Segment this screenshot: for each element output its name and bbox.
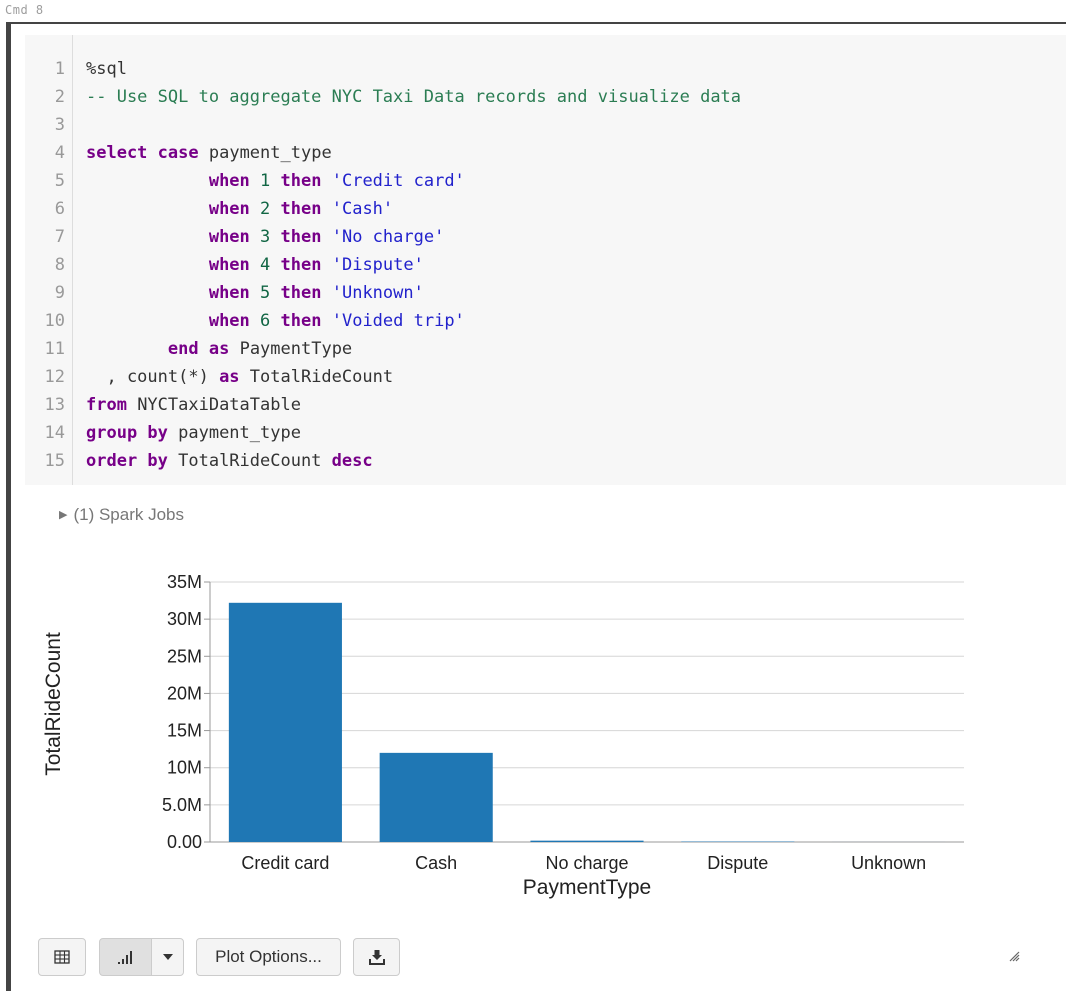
line-number: 6 [54, 199, 65, 219]
resize-handle-icon[interactable] [1008, 950, 1020, 965]
y-tick-label: 15M [167, 721, 202, 741]
line-number: 9 [54, 283, 65, 303]
expand-triangle-icon: ▶ [59, 509, 68, 521]
x-axis-label: PaymentType [523, 876, 651, 899]
y-axis-label: TotalRideCount [42, 632, 65, 776]
line-number: 2 [54, 87, 65, 107]
code-text: -- Use SQL to aggregate NYC Taxi Data re… [86, 87, 742, 107]
spark-jobs-label: (1) Spark Jobs [73, 505, 185, 524]
code-text: , count(*) as TotalRideCount [86, 367, 394, 387]
x-tick-label: Dispute [707, 853, 768, 873]
code-text: from NYCTaxiDataTable [86, 395, 301, 415]
line-number: 13 [44, 395, 65, 415]
table-icon [54, 950, 70, 964]
caret-down-icon [162, 954, 173, 960]
download-button[interactable] [353, 938, 400, 976]
gutter-separator [72, 35, 73, 485]
x-tick-label: Unknown [851, 853, 926, 873]
code-text: order by TotalRideCount desc [86, 451, 373, 471]
code-text: when 6 then 'Voided trip' [208, 311, 465, 331]
y-tick-label: 5.0M [162, 795, 202, 815]
bar-no-charge [530, 840, 644, 842]
code-text: when 1 then 'Credit card' [208, 171, 465, 191]
plot-options-button[interactable]: Plot Options... [196, 938, 341, 976]
y-tick-label: 10M [167, 758, 202, 778]
line-number: 1 [54, 59, 65, 79]
bar-chart-view-button[interactable] [99, 938, 152, 976]
line-number: 8 [54, 255, 65, 275]
code-text: end as PaymentType [167, 339, 353, 359]
chart-svg: 0.00 5.0M 10M 15M 20M 25M 30M 35M Credit card Cas… [42, 572, 964, 899]
code-editor[interactable]: 1 %sql 2 -- Use SQL to aggregate NYC Taxi D… [25, 35, 1066, 485]
code-text: %sql [86, 59, 127, 79]
x-tick-label: Credit card [241, 853, 329, 873]
line-number: 12 [44, 367, 65, 387]
y-tick-label: 20M [167, 683, 202, 703]
bar-chart: 0.00 5.0M 10M 15M 20M 25M 30M 35M Credit card Cas… [24, 540, 984, 910]
line-number: 14 [44, 423, 65, 443]
line-number: 3 [54, 115, 65, 135]
line-number: 5 [54, 171, 65, 191]
bar-credit-card [228, 602, 342, 842]
code-text: when 4 then 'Dispute' [208, 255, 424, 275]
code-text: group by payment_type [86, 423, 301, 443]
x-tick-label: Cash [415, 853, 457, 873]
line-number: 4 [54, 143, 65, 163]
line-number: 11 [44, 339, 65, 359]
chart-type-dropdown[interactable] [151, 938, 184, 976]
y-tick-label: 25M [167, 646, 202, 666]
y-tick-label: 35M [167, 572, 202, 592]
code-text: when 5 then 'Unknown' [208, 283, 424, 303]
code-text: when 2 then 'Cash' [208, 199, 394, 219]
line-number: 7 [54, 227, 65, 247]
spark-jobs-toggle[interactable]: ▶ (1) Spark Jobs [59, 505, 184, 525]
line-number: 15 [44, 451, 65, 471]
code-text: when 3 then 'No charge' [208, 227, 445, 247]
bar-cash [379, 752, 493, 842]
line-number: 10 [44, 311, 65, 331]
table-view-button[interactable] [38, 938, 86, 976]
code-text: select case payment_type [86, 143, 332, 163]
y-tick-label: 30M [167, 609, 202, 629]
plot-options-label: Plot Options... [215, 947, 322, 966]
cell-command-label: Cmd 8 [5, 3, 44, 17]
download-icon [368, 950, 385, 965]
x-tick-label: No charge [545, 853, 628, 873]
bar-chart-icon [117, 951, 132, 964]
y-tick-label: 0.00 [167, 832, 202, 852]
